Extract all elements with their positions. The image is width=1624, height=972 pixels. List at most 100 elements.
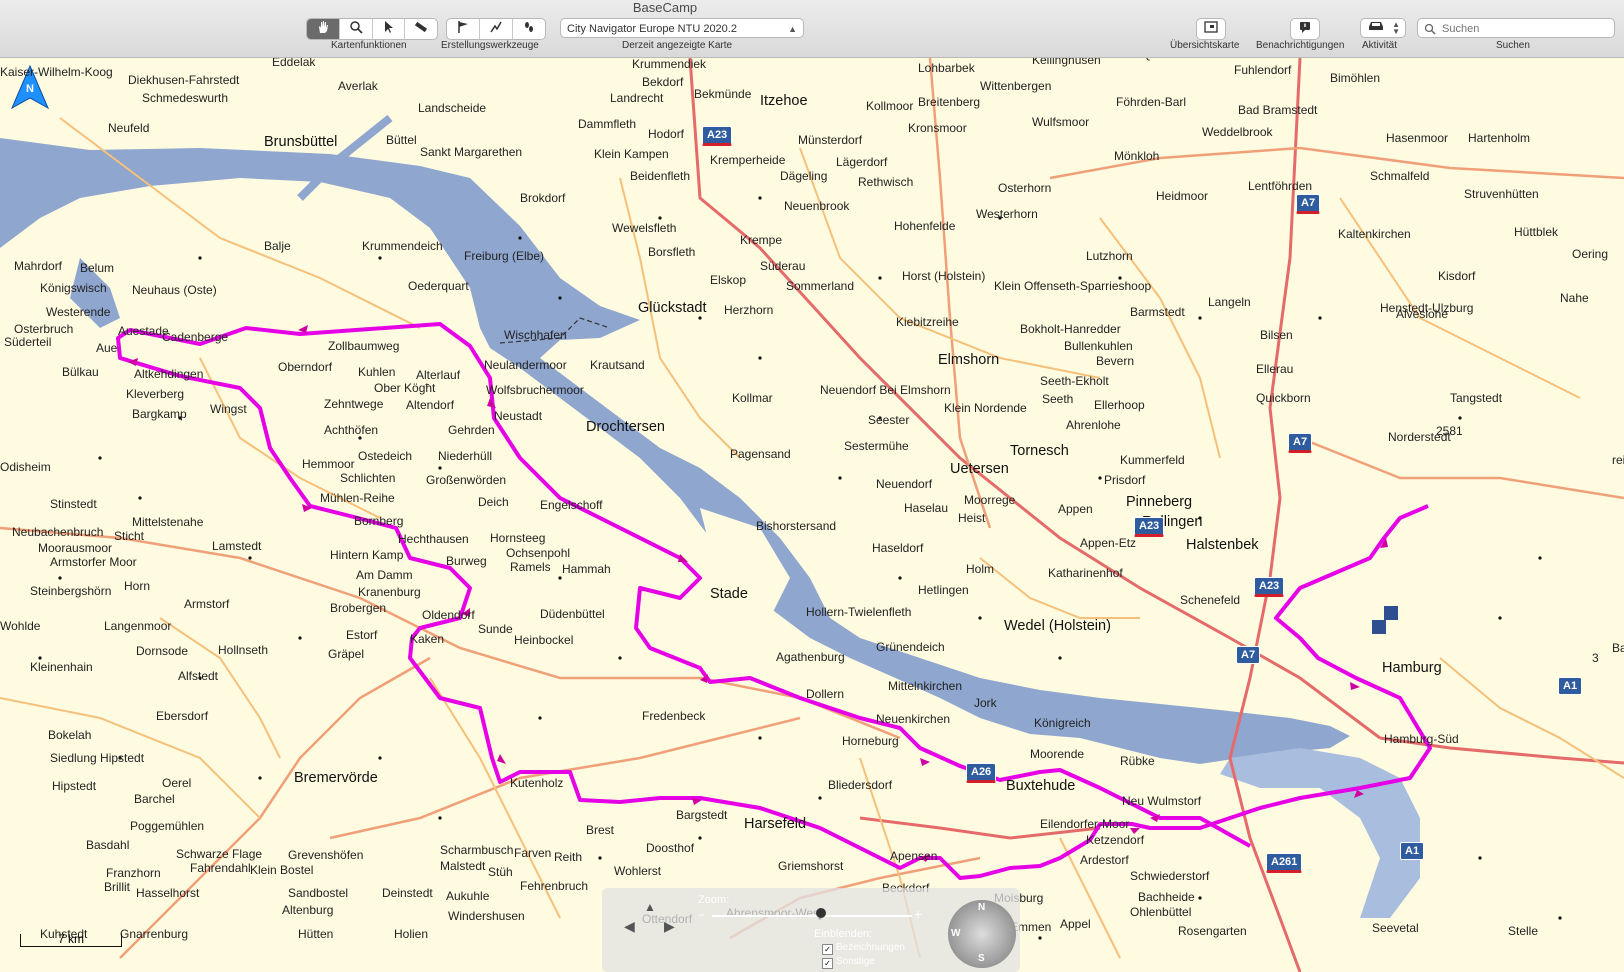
place-label[interactable]: Aukuhle — [446, 890, 489, 902]
place-label[interactable]: Schlichten — [340, 472, 395, 484]
place-label[interactable]: Ellerau — [1256, 363, 1293, 375]
place-label[interactable]: Oering — [1572, 248, 1608, 260]
place-label[interactable]: Neuhaus (Oste) — [132, 284, 217, 296]
place-label[interactable]: Büttel — [386, 134, 417, 146]
place-label[interactable]: Kronsmoor — [908, 122, 967, 134]
place-label[interactable]: Borsfleth — [648, 246, 695, 258]
place-label[interactable]: Engelschoff — [540, 499, 603, 511]
place-label[interactable]: Hasselhorst — [136, 887, 199, 899]
place-label[interactable]: Osterhorn — [998, 182, 1051, 194]
place-label[interactable]: Franzhorn — [106, 867, 161, 879]
place-label[interactable]: Bargstedt — [676, 809, 727, 821]
place-label[interactable]: Ober Kögħt — [374, 382, 435, 394]
place-label[interactable]: Bishorstersand — [756, 520, 836, 532]
pan-up-icon[interactable]: ▲ — [644, 900, 656, 914]
place-label[interactable]: Mittelstenahe — [132, 516, 203, 528]
place-label[interactable]: Neu Wulmstorf — [1122, 795, 1201, 807]
place-label[interactable]: Doosthof — [646, 842, 694, 854]
place-label[interactable]: Pagensand — [730, 448, 791, 460]
place-label[interactable]: Grevenshöfen — [288, 849, 363, 861]
place-label[interactable]: Oerel — [162, 777, 191, 789]
city-label[interactable]: Wedel (Holstein) — [1004, 619, 1111, 634]
place-label[interactable]: Kleverberg — [126, 388, 184, 400]
place-label[interactable]: Seevetal — [1372, 922, 1419, 934]
place-label[interactable]: Bimöhlen — [1330, 72, 1380, 84]
place-label[interactable]: Nahe — [1560, 292, 1589, 304]
place-label[interactable]: Struvenhütten — [1464, 188, 1539, 200]
place-label[interactable]: Brobergen — [330, 602, 386, 614]
place-label[interactable]: Ketzendorf — [1086, 834, 1144, 846]
place-label[interactable]: Ellerhoop — [1094, 399, 1145, 411]
place-label[interactable]: Appel — [1060, 918, 1091, 930]
place-label[interactable]: Bachheide — [1138, 891, 1195, 903]
place-label[interactable]: Horst (Holstein) — [902, 270, 985, 282]
place-label[interactable]: Kellinghusen — [1032, 58, 1101, 66]
place-label[interactable]: Gräpel — [328, 648, 364, 660]
place-label[interactable]: Altendorf — [406, 399, 454, 411]
place-label[interactable]: Apensen — [890, 850, 937, 862]
place-label[interactable]: Wolfsbruchermoor — [486, 384, 584, 396]
city-label[interactable]: Bremervörde — [294, 771, 378, 786]
place-label[interactable]: Neufeld — [108, 122, 149, 134]
map-select[interactable]: City Navigator Europe NTU 2020.2 ▲ — [560, 18, 804, 38]
search-input[interactable] — [1440, 21, 1614, 37]
place-label[interactable]: Brest — [586, 824, 614, 836]
place-label[interactable]: Klein Offenseth-Sparrieshoop — [994, 280, 1151, 292]
place-label[interactable]: reihe — [1612, 454, 1624, 466]
place-label[interactable]: Wewelsfleth — [612, 222, 676, 234]
track-tool-button[interactable] — [513, 19, 545, 39]
place-label[interactable]: Kiebitzreihe — [896, 316, 959, 328]
place-label[interactable]: Neuenbrook — [784, 200, 849, 212]
place-label[interactable]: Mahrdorf — [14, 260, 62, 272]
place-label[interactable]: Schwiederstorf — [1130, 870, 1209, 882]
place-label[interactable]: Altkehdingen — [134, 368, 203, 380]
place-label[interactable]: Hintern Kamp — [330, 549, 403, 561]
place-label[interactable]: Griemshorst — [778, 860, 843, 872]
place-label[interactable]: Schwarze Flage — [176, 848, 262, 860]
place-label[interactable]: Bevern — [1096, 355, 1134, 367]
place-label[interactable]: Hollnseth — [218, 644, 268, 656]
place-label[interactable]: Zehntwege — [324, 398, 383, 410]
place-label[interactable]: Beidenfleth — [630, 170, 690, 182]
place-label[interactable]: Sestermühe — [844, 440, 909, 452]
place-label[interactable]: Landrecht — [610, 92, 663, 104]
place-label[interactable]: Scharmbusch — [440, 844, 513, 856]
place-label[interactable]: Ahrenlohe — [1066, 419, 1121, 431]
zoom-out-icon[interactable]: − — [698, 908, 705, 922]
place-label[interactable]: Hütten — [298, 928, 333, 940]
place-label[interactable]: Mühlen-Reihe — [320, 492, 395, 504]
place-label[interactable]: Wohlde — [0, 620, 40, 632]
place-label[interactable]: Stüh — [488, 866, 513, 878]
place-label[interactable]: Marne — [98, 58, 132, 60]
place-label[interactable]: Hamburg-Süd — [1384, 733, 1459, 745]
city-label[interactable]: Pinneberg — [1126, 495, 1192, 510]
place-label[interactable]: Lentföhrden — [1248, 180, 1312, 192]
place-label[interactable]: Schmalfeld — [1370, 170, 1429, 182]
place-label[interactable]: Quickborn — [1256, 392, 1311, 404]
place-label[interactable]: Eddelak — [272, 58, 315, 68]
city-label[interactable]: Stade — [710, 587, 748, 602]
place-label[interactable]: Sandbostel — [288, 887, 348, 899]
place-label[interactable]: Balje — [264, 240, 291, 252]
overview-map-button[interactable] — [1196, 18, 1226, 40]
place-label[interactable]: Kaltenkirchen — [1338, 228, 1411, 240]
place-label[interactable]: Windershusen — [448, 910, 525, 922]
place-label[interactable]: Lutzhorn — [1086, 250, 1133, 262]
route-tool-button[interactable] — [480, 19, 513, 39]
place-label[interactable]: Bilsen — [1260, 329, 1293, 341]
place-label[interactable]: Neulandermoor — [484, 359, 567, 371]
place-label[interactable]: Gnarrenburg — [120, 928, 188, 940]
place-label[interactable]: Bullenkuhlen — [1064, 340, 1133, 352]
place-label[interactable]: Rübke — [1120, 755, 1155, 767]
place-label[interactable]: Wischhafen — [504, 329, 567, 341]
place-label[interactable]: Krummendiek — [632, 58, 706, 70]
place-label[interactable]: 3 — [1592, 652, 1599, 664]
place-label[interactable]: Neuendorf — [876, 478, 932, 490]
place-label[interactable]: Dornsode — [136, 645, 188, 657]
place-label[interactable]: Kisdorf — [1438, 270, 1475, 282]
place-label[interactable]: Henstedt-Ulzburg — [1380, 302, 1473, 314]
place-label[interactable]: Ohlenbüttel — [1130, 906, 1191, 918]
place-label[interactable]: Bokelah — [48, 729, 91, 741]
place-label[interactable]: Ardestorf — [1080, 854, 1129, 866]
place-label[interactable]: Fahrendahl — [190, 862, 251, 874]
